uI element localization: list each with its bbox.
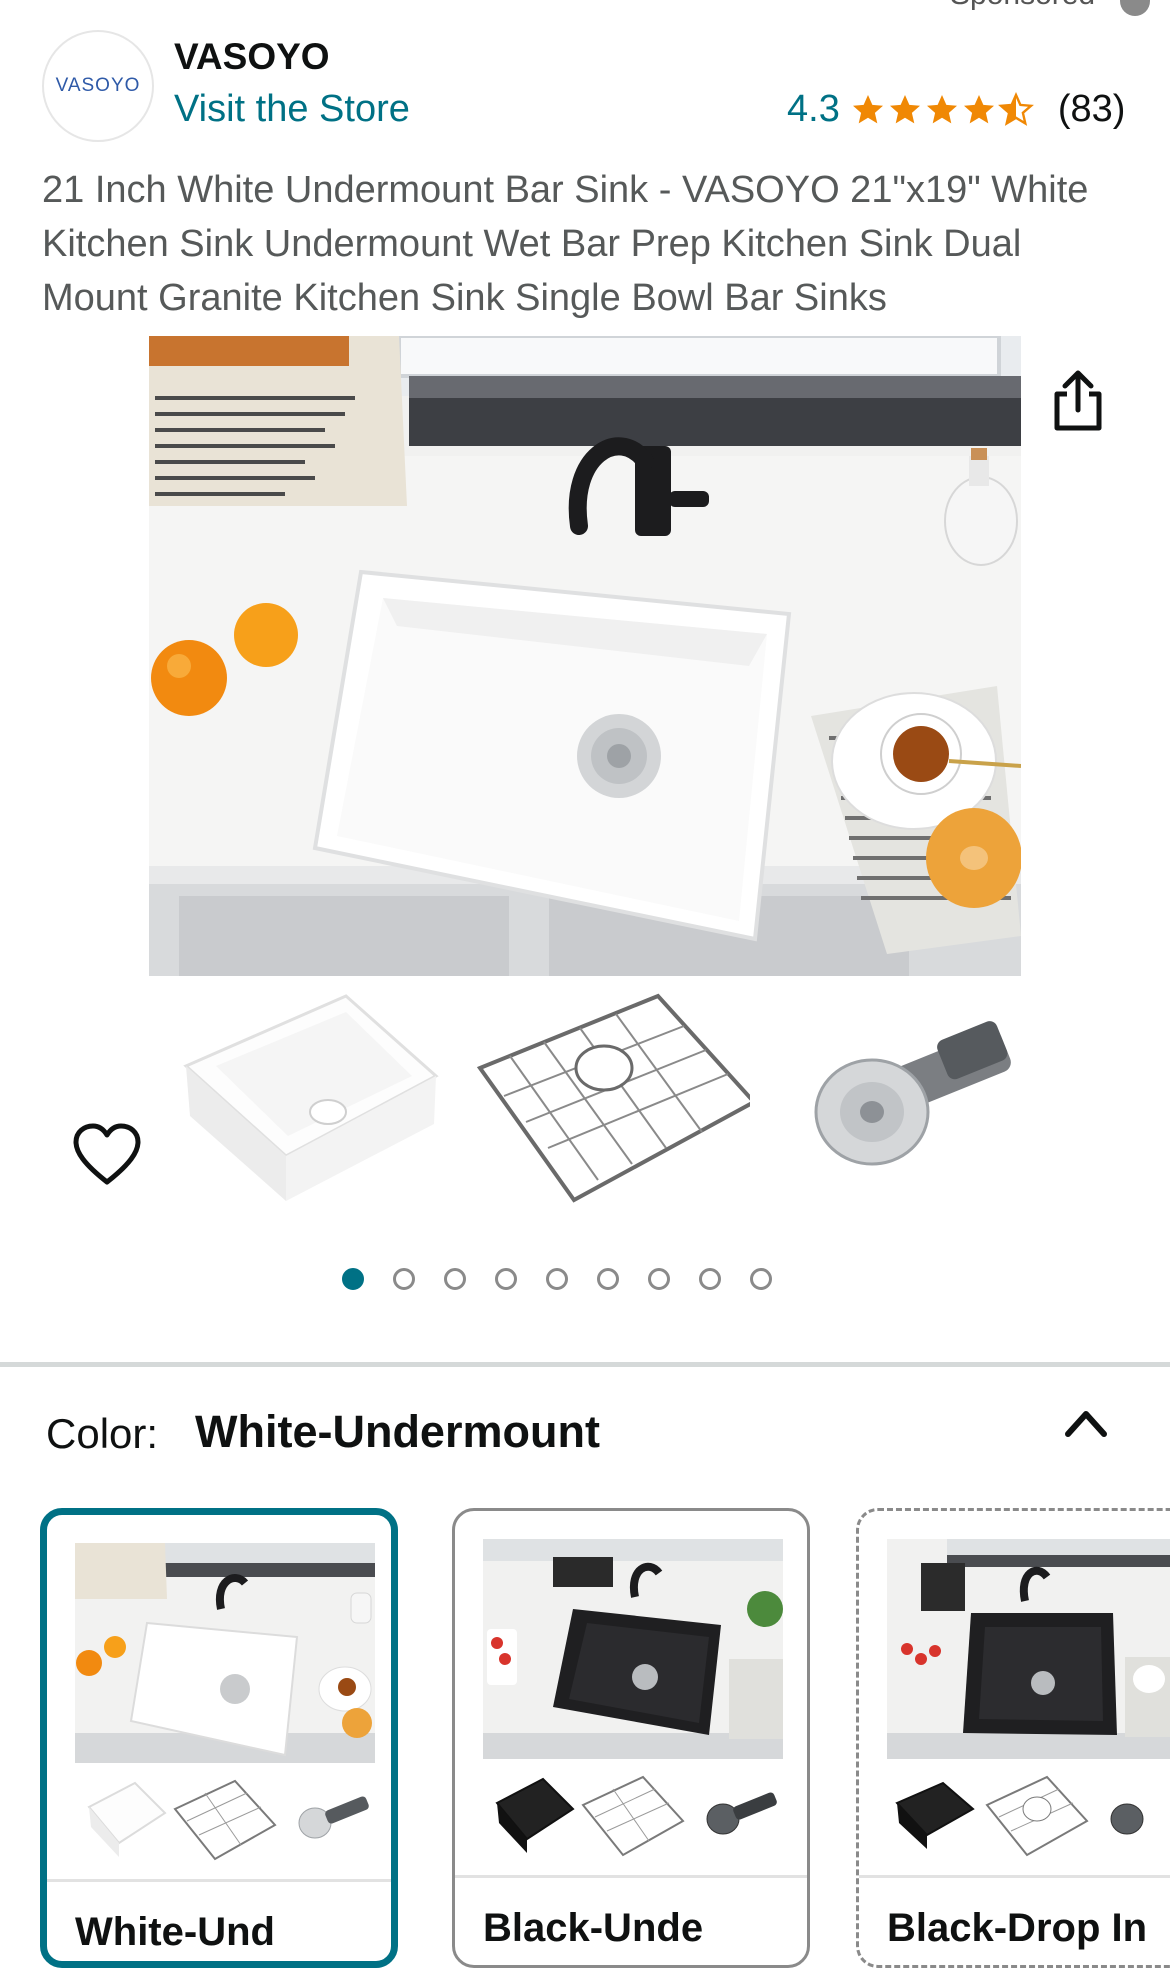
sink-grid-thumbnail[interactable]: [474, 986, 758, 1206]
swatch-thumbnails: [495, 1775, 777, 1857]
half-star-icon: [997, 91, 1034, 126]
color-label: Color:: [46, 1410, 159, 1457]
chevron-up-icon: [1065, 1411, 1107, 1437]
page-dot[interactable]: [699, 1268, 721, 1290]
page-dot[interactable]: [597, 1268, 619, 1290]
page-dot[interactable]: [342, 1268, 364, 1290]
share-icon: [1054, 370, 1102, 431]
swatch-separator: [455, 1875, 807, 1878]
review-count: (83): [1057, 88, 1126, 130]
brand-logo-text: VASOYO: [55, 75, 141, 96]
swatch-separator: [47, 1879, 391, 1882]
page-dot[interactable]: [546, 1268, 568, 1290]
page-dot[interactable]: [648, 1268, 670, 1290]
brand-logo[interactable]: VASOYO: [42, 30, 154, 142]
brand-name: VASOYO: [174, 36, 330, 77]
swatch-thumbnails: [895, 1775, 1144, 1857]
color-swatch-black-undermount[interactable]: Black-Unde: [452, 1508, 810, 1968]
page-dot[interactable]: [393, 1268, 415, 1290]
heart-icon: [73, 1123, 141, 1185]
rating-value: 4.3: [787, 88, 840, 130]
star-icon: [926, 94, 957, 123]
info-icon[interactable]: [1120, 0, 1150, 16]
color-value: White-Undermount: [195, 1406, 600, 1457]
swatch-thumbnails: [87, 1779, 369, 1861]
image-pagination: [342, 1268, 772, 1290]
color-swatch-white-undermount[interactable]: White-Und: [40, 1508, 398, 1968]
star-icon: [889, 94, 920, 123]
swatch-image: [75, 1543, 375, 1763]
section-divider: [0, 1362, 1170, 1367]
white-sink-thumbnail[interactable]: [176, 986, 452, 1206]
swatch-label: White-Und: [75, 1910, 275, 1954]
page-dot[interactable]: [495, 1268, 517, 1290]
page-dot[interactable]: [444, 1268, 466, 1290]
share-button[interactable]: [1030, 356, 1126, 446]
wishlist-button[interactable]: [72, 1122, 142, 1188]
sponsored-label: Sponsored: [950, 0, 1095, 12]
swatch-separator: [859, 1875, 1170, 1878]
swatch-image: [887, 1539, 1170, 1759]
main-product-image[interactable]: [149, 336, 1021, 976]
star-icon: [852, 94, 883, 123]
product-title: 21 Inch White Undermount Bar Sink - VASO…: [42, 169, 1089, 319]
page-dot[interactable]: [750, 1268, 772, 1290]
swatch-image: [483, 1539, 783, 1759]
strainer-thumbnail[interactable]: [780, 986, 1056, 1206]
visit-store-link[interactable]: Visit the Store: [174, 88, 410, 131]
rating-summary[interactable]: 4.3 (83): [787, 88, 1125, 131]
color-swatch-black-drop-in[interactable]: Black-Drop In: [856, 1508, 1170, 1968]
star-rating: [850, 91, 1034, 128]
star-icon: [963, 94, 994, 123]
collapse-button[interactable]: [1060, 1400, 1112, 1444]
